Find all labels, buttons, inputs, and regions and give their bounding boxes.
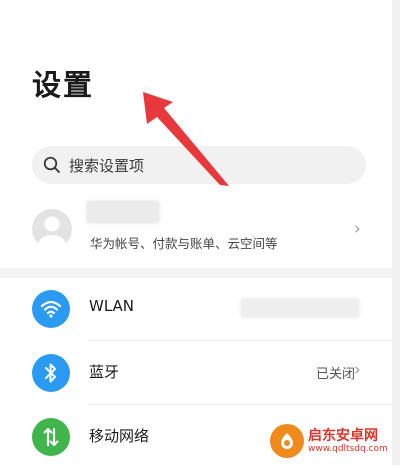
watermark-url: www.qdltsdq.com xyxy=(308,443,388,454)
watermark: 启东安卓网 www.qdltsdq.com xyxy=(270,424,388,458)
watermark-logo-icon xyxy=(270,424,304,458)
watermark-title: 启东安卓网 xyxy=(308,427,378,444)
annotation-arrow-icon xyxy=(143,92,229,186)
